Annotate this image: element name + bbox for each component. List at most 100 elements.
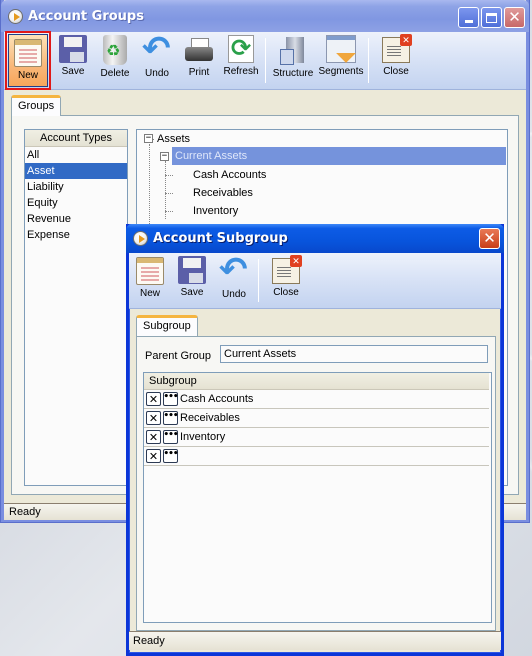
undo-label: Undo: [222, 289, 246, 300]
account-types-header[interactable]: Account Types: [25, 130, 127, 147]
structure-label: Structure: [272, 68, 314, 79]
dialog-new-button[interactable]: New: [129, 253, 171, 308]
collapse-assets-toggle[interactable]: −: [144, 134, 153, 143]
account-type-revenue[interactable]: Revenue: [25, 211, 127, 227]
tree-node-current-assets[interactable]: Current Assets: [172, 147, 506, 165]
dialog-toolbar: New Save Undo Close: [129, 250, 501, 309]
tab-subgroup[interactable]: Subgroup: [136, 315, 198, 336]
subgroup-cell[interactable]: Cash Accounts: [180, 393, 253, 405]
dialog-undo-button[interactable]: Undo: [213, 250, 255, 308]
toolbar-separator: [258, 259, 259, 302]
subgroup-column-header[interactable]: Subgroup: [144, 373, 489, 390]
maximize-button[interactable]: [481, 7, 502, 28]
table-row-new[interactable]: ✕ •••: [144, 447, 489, 466]
delete-row-button[interactable]: ✕: [146, 449, 161, 463]
edit-row-button[interactable]: •••: [163, 411, 179, 425]
save-label: Save: [61, 66, 85, 77]
print-label: Print: [188, 67, 210, 78]
undo-arrow-icon: [142, 29, 172, 69]
new-document-icon: [136, 257, 164, 285]
delete-row-button[interactable]: ✕: [146, 430, 161, 444]
close-label: Close: [273, 287, 299, 298]
delete-row-button[interactable]: ✕: [146, 392, 161, 406]
delete-button[interactable]: Delete: [94, 32, 136, 89]
tree-connector: [165, 175, 173, 176]
undo-arrow-icon: [219, 250, 249, 290]
dialog-status-bar: Ready: [129, 631, 501, 650]
tree-connector: [165, 211, 173, 212]
floppy-disk-icon: [178, 256, 206, 284]
refresh-icon: [228, 34, 254, 63]
account-type-all[interactable]: All: [25, 147, 127, 163]
table-row[interactable]: ✕ ••• Cash Accounts: [144, 390, 489, 409]
collapse-current-assets-toggle[interactable]: −: [160, 152, 169, 161]
close-window-icon: [382, 34, 412, 63]
edit-row-button[interactable]: •••: [163, 392, 179, 406]
save-label: Save: [180, 287, 204, 298]
new-label: New: [139, 288, 160, 299]
parent-group-label: Parent Group: [145, 350, 212, 362]
undo-button[interactable]: Undo: [136, 29, 178, 89]
groups-tabstrip: Groups: [11, 95, 62, 116]
maximize-icon: [486, 12, 497, 23]
dialog-save-button[interactable]: Save: [171, 253, 213, 308]
segments-button[interactable]: Segments: [317, 32, 365, 89]
account-subgroup-dialog: Account Subgroup ✕ New Save Undo Close S…: [126, 224, 504, 656]
printer-icon: [184, 38, 214, 64]
edit-row-button[interactable]: •••: [163, 430, 179, 444]
app-logo-icon: [8, 8, 23, 24]
dialog-title-bar[interactable]: Account Subgroup ✕: [126, 224, 504, 253]
main-toolbar: New Save Delete Undo Print Refresh Struc…: [4, 29, 526, 90]
subgroup-cell[interactable]: Inventory: [180, 431, 225, 443]
dialog-title: Account Subgroup: [153, 231, 288, 246]
account-type-expense[interactable]: Expense: [25, 227, 127, 243]
subgroup-grid: Subgroup ✕ ••• Cash Accounts ✕ ••• Recei…: [143, 372, 492, 623]
dialog-close-button[interactable]: ✕: [479, 228, 500, 249]
tree-node-assets[interactable]: Assets: [157, 130, 190, 148]
close-label: Close: [383, 66, 409, 77]
recycle-bin-icon: [103, 35, 127, 65]
tree-node-receivables[interactable]: Receivables: [193, 184, 253, 202]
undo-label: Undo: [145, 68, 169, 79]
segments-label: Segments: [318, 66, 364, 77]
subgroup-tab-page: Parent Group Subgroup ✕ ••• Cash Account…: [136, 336, 496, 631]
title-bar[interactable]: Account Groups ✕: [1, 0, 529, 32]
account-types-list[interactable]: Account Types All Asset Liability Equity…: [24, 129, 128, 486]
structure-button[interactable]: Structure: [269, 32, 317, 89]
save-button[interactable]: Save: [52, 32, 94, 89]
tree-node-cash-accounts[interactable]: Cash Accounts: [193, 166, 266, 184]
segments-icon: [326, 35, 356, 63]
close-window-icon: [272, 255, 302, 284]
table-row[interactable]: ✕ ••• Inventory: [144, 428, 489, 447]
window-title: Account Groups: [28, 8, 144, 24]
new-button[interactable]: New: [5, 31, 51, 90]
tab-groups[interactable]: Groups: [11, 95, 62, 116]
parent-group-field[interactable]: [220, 345, 488, 363]
account-type-liability[interactable]: Liability: [25, 179, 127, 195]
new-label: New: [17, 70, 38, 81]
minimize-icon: [464, 20, 473, 23]
toolbar-separator: [368, 38, 369, 83]
account-type-equity[interactable]: Equity: [25, 195, 127, 211]
tree-connector: [165, 193, 173, 194]
subgroup-cell[interactable]: Receivables: [180, 412, 240, 424]
new-document-icon: [14, 39, 42, 67]
dialog-close-toolbar-button[interactable]: Close: [262, 253, 310, 308]
refresh-label: Refresh: [223, 66, 259, 77]
toolbar-separator: [265, 38, 266, 83]
floppy-disk-icon: [59, 35, 87, 63]
refresh-button[interactable]: Refresh: [220, 32, 262, 89]
close-icon: ✕: [483, 229, 496, 247]
tree-node-inventory[interactable]: Inventory: [193, 202, 238, 220]
close-icon: ✕: [508, 8, 521, 26]
delete-label: Delete: [100, 68, 130, 79]
account-type-asset[interactable]: Asset: [25, 163, 127, 179]
edit-row-button[interactable]: •••: [163, 449, 179, 463]
close-button[interactable]: Close: [372, 32, 420, 89]
building-icon: [278, 35, 308, 65]
minimize-button[interactable]: [458, 7, 479, 28]
delete-row-button[interactable]: ✕: [146, 411, 161, 425]
close-window-button[interactable]: ✕: [504, 7, 525, 28]
print-button[interactable]: Print: [178, 32, 220, 89]
table-row[interactable]: ✕ ••• Receivables: [144, 409, 489, 428]
